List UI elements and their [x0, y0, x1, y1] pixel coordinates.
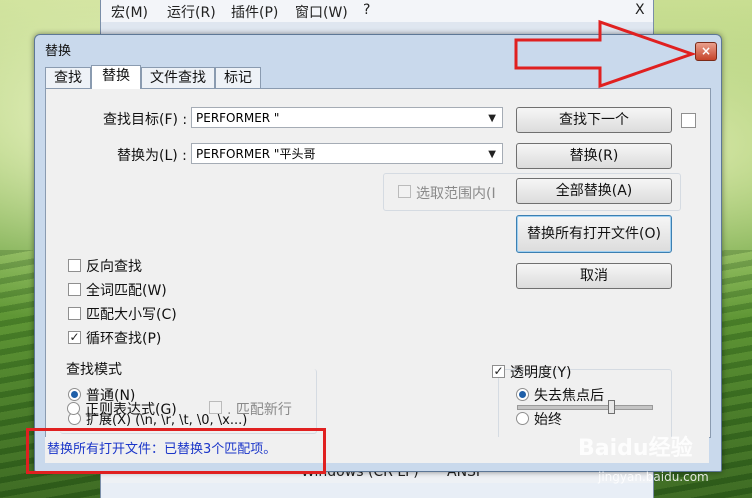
tab-replace[interactable]: 替换: [91, 65, 141, 89]
watermark-brand: Baidu经验: [578, 436, 693, 461]
status-highlight-box: [26, 428, 326, 474]
red-arrow-annotation: [514, 19, 697, 89]
watermark-url: jingyan.baidu.com: [598, 470, 709, 484]
